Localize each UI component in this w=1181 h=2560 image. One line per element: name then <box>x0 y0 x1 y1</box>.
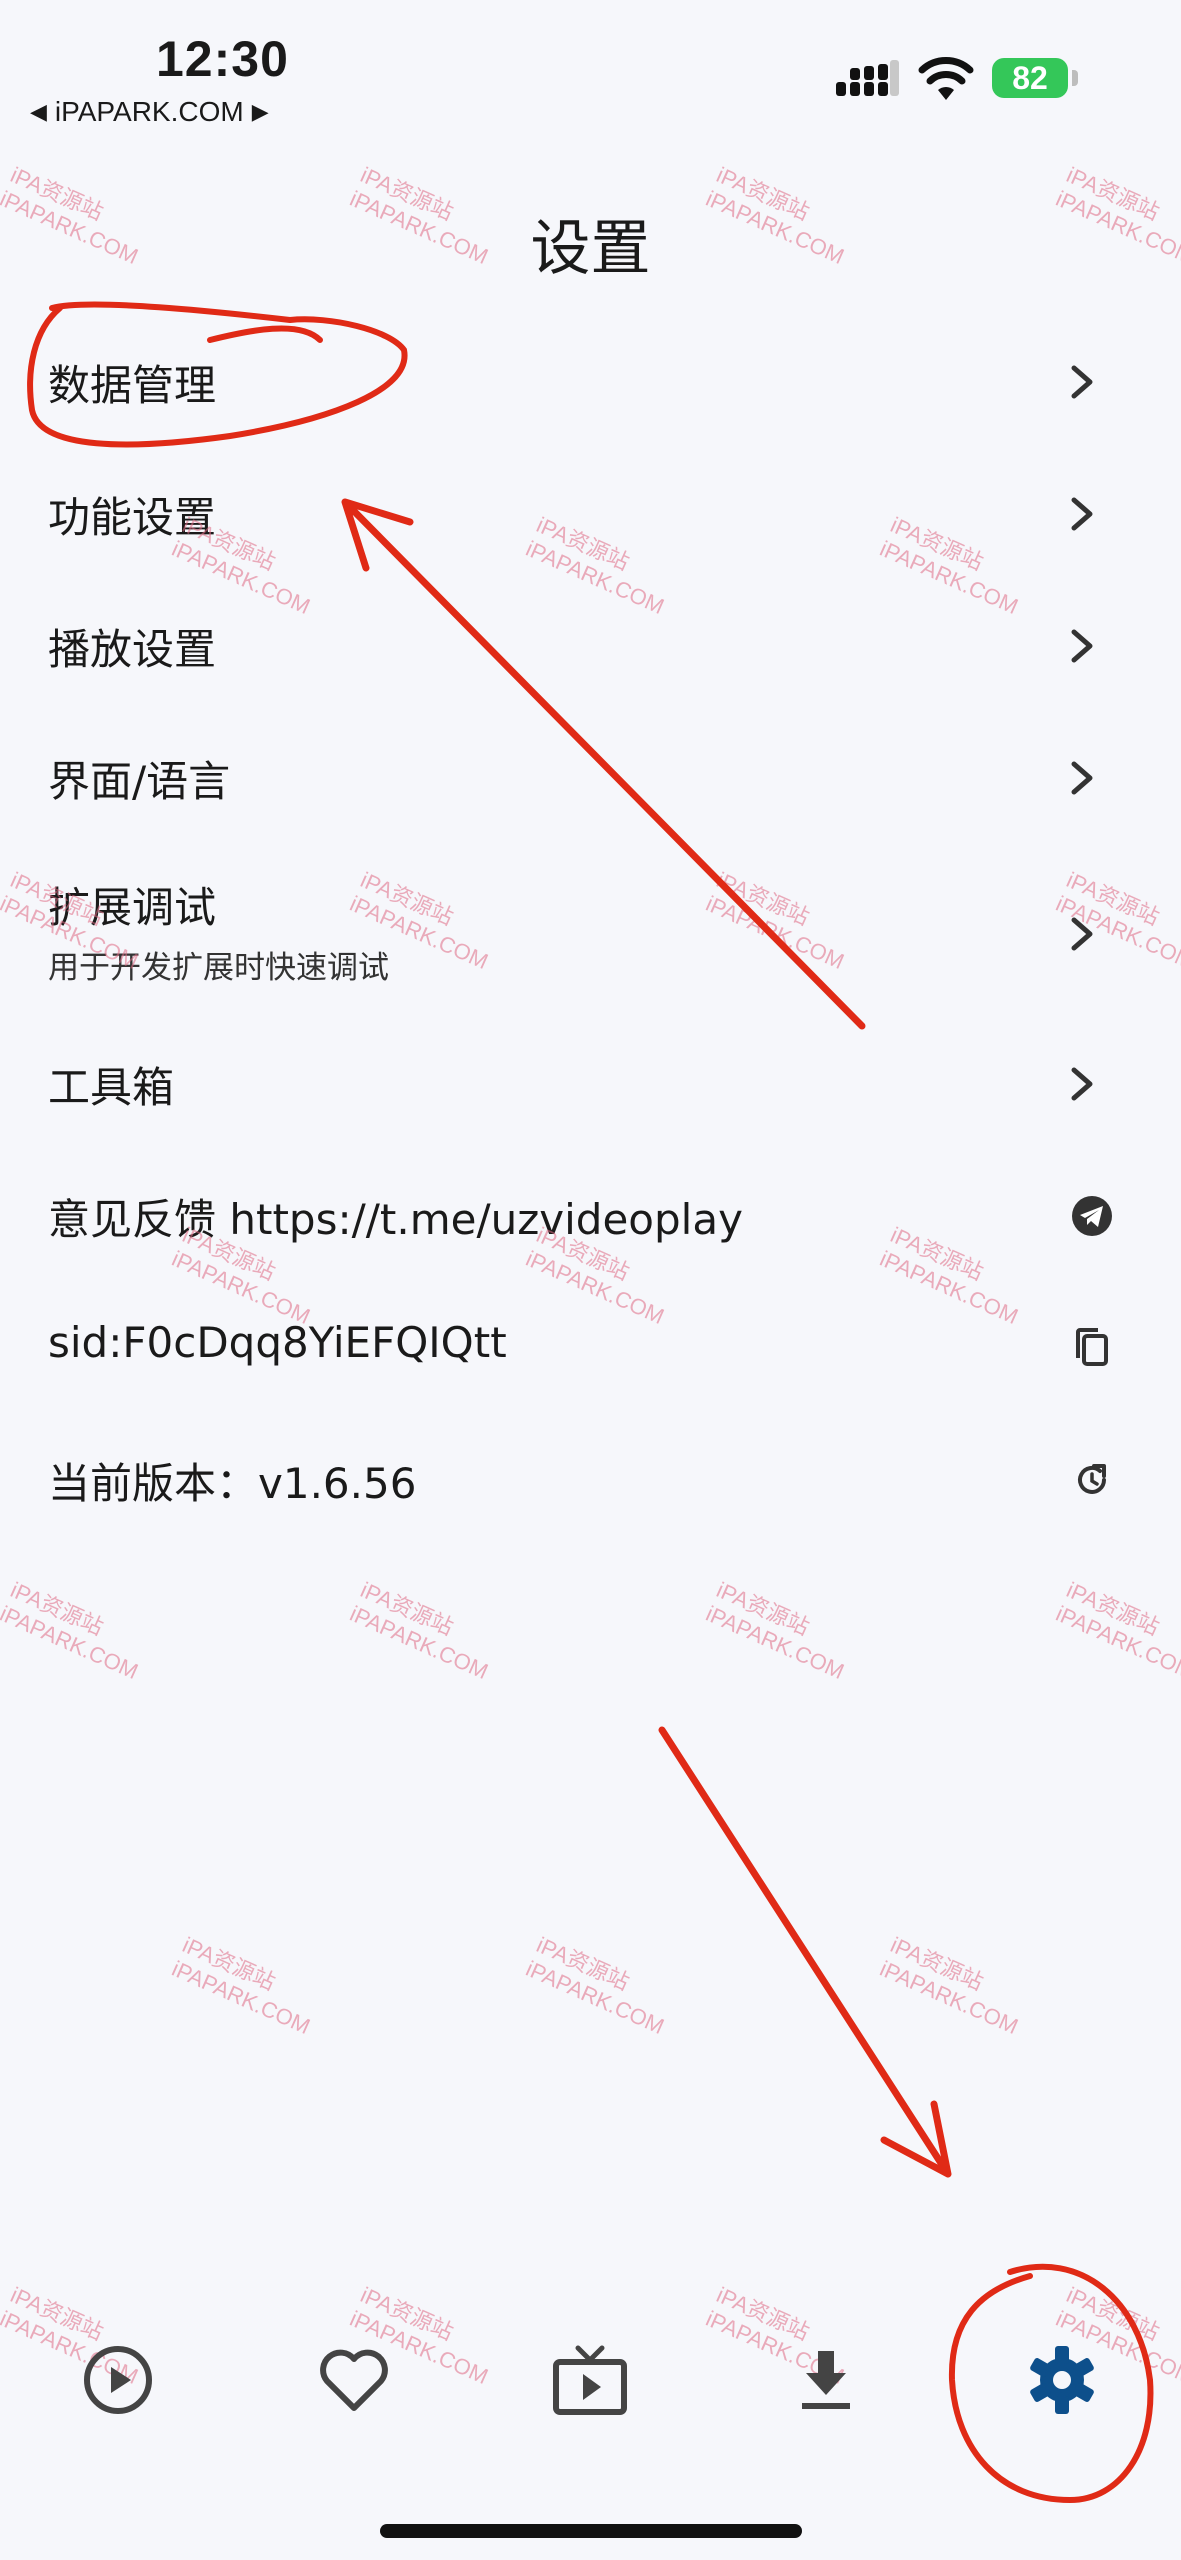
menu-item-playback-settings[interactable]: 播放设置 <box>0 580 1181 712</box>
watermark: iPA资源站 iPAPARK.COM <box>876 1932 1022 2040</box>
chevron-right-icon <box>1071 497 1093 531</box>
menu-item-label: 功能设置 <box>48 493 217 542</box>
chevron-right-icon <box>1071 1067 1093 1101</box>
watermark: iPA资源站 iPAPARK.COM <box>522 1932 668 2040</box>
gear-icon <box>1030 2346 1094 2414</box>
menu-item-label: 播放设置 <box>48 625 217 674</box>
battery-indicator: 82 <box>992 58 1068 98</box>
menu-item-label: 数据管理 <box>48 361 217 410</box>
tab-settings[interactable] <box>1022 2340 1102 2420</box>
watermark: iPA资源站 iPAPARK.COM <box>168 1932 314 2040</box>
back-app-label: iPAPARK.COM <box>54 96 244 127</box>
refresh-icon[interactable] <box>1070 1458 1114 1502</box>
bottom-tab-bar <box>0 2300 1181 2480</box>
menu-item-data-management[interactable]: 数据管理 <box>0 316 1181 448</box>
tab-play[interactable] <box>78 2340 158 2420</box>
watermark: iPA资源站 iPAPARK.COM <box>1052 1577 1181 1685</box>
page-title: 设置 <box>530 214 651 284</box>
play-circle-icon <box>84 2346 152 2414</box>
back-triangle-icon: ◀ <box>30 99 47 124</box>
menu-item-label: 界面/语言 <box>48 757 231 806</box>
tab-favorites[interactable] <box>314 2340 394 2420</box>
annotation-arrow-down <box>658 1726 952 2178</box>
home-indicator[interactable] <box>380 2524 802 2538</box>
chevron-right-icon <box>1071 761 1093 795</box>
menu-item-label: 工具箱 <box>48 1063 175 1112</box>
menu-item-extension-debug[interactable]: 扩展调试 用于开发扩展时快速调试 <box>0 860 1181 1012</box>
battery-level: 82 <box>1012 59 1048 96</box>
menu-item-toolbox[interactable]: 工具箱 <box>0 1018 1181 1150</box>
menu-item-subtitle: 用于开发扩展时快速调试 <box>48 950 389 986</box>
menu-item-feature-settings[interactable]: 功能设置 <box>0 448 1181 580</box>
menu-item-label: 扩展调试 <box>48 883 217 932</box>
watermark: iPA资源站 iPAPARK.COM <box>702 1577 848 1685</box>
tab-downloads[interactable] <box>786 2340 866 2420</box>
chevron-right-icon <box>1071 365 1093 399</box>
tab-live[interactable] <box>550 2340 630 2420</box>
wifi-icon <box>918 57 974 100</box>
menu-item-label: 意见反馈 https://t.me/uzvideoplay <box>48 1195 743 1244</box>
heart-icon <box>320 2349 388 2411</box>
menu-item-interface-language[interactable]: 界面/语言 <box>0 712 1181 844</box>
menu-item-feedback[interactable]: 意见反馈 https://t.me/uzvideoplay <box>0 1150 1181 1282</box>
chevron-right-icon <box>1071 917 1093 951</box>
download-icon <box>802 2351 850 2409</box>
back-to-app-link[interactable]: ◀ iPAPARK.COM ▶ <box>30 96 269 128</box>
watermark: iPA资源站 iPAPARK.COM <box>0 1577 142 1685</box>
chevron-right-icon <box>1071 629 1093 663</box>
menu-item-version[interactable]: 当前版本：v1.6.56 <box>0 1414 1181 1546</box>
watermark: iPA资源站 iPAPARK.COM <box>346 1577 492 1685</box>
copy-icon[interactable] <box>1070 1326 1114 1370</box>
battery-tip <box>1072 70 1078 86</box>
menu-item-label: sid:F0cDqq8YiEFQIQtt <box>48 1318 507 1367</box>
telegram-icon <box>1072 1196 1112 1236</box>
menu-item-label: 当前版本：v1.6.56 <box>48 1459 417 1508</box>
tv-icon <box>553 2345 627 2415</box>
status-time: 12:30 <box>156 31 289 87</box>
cellular-signal-icon <box>836 60 899 96</box>
menu-item-sid[interactable]: sid:F0cDqq8YiEFQIQtt <box>0 1282 1181 1414</box>
forward-triangle-icon: ▶ <box>251 99 269 124</box>
